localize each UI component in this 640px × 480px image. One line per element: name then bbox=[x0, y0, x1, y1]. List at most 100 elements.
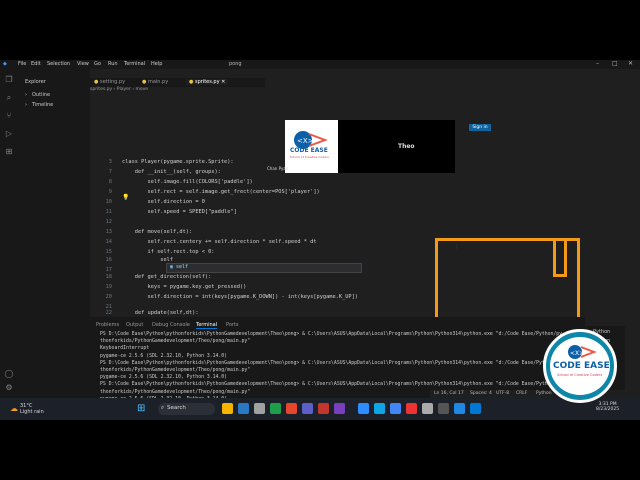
app-icon[interactable] bbox=[422, 403, 433, 414]
window-title: pong bbox=[229, 61, 242, 67]
line-number: 7 bbox=[108, 169, 112, 175]
chrome-icon[interactable] bbox=[390, 403, 401, 414]
gear-icon[interactable]: ⚙ bbox=[4, 383, 14, 393]
code-line[interactable]: self.image.fill(COLORS['paddle']) bbox=[122, 179, 253, 185]
line-number: 22 bbox=[105, 310, 112, 316]
app-icon[interactable] bbox=[406, 403, 417, 414]
code-line[interactable]: if self.rect.top < 0: bbox=[122, 249, 215, 255]
autocomplete-item[interactable]: self bbox=[176, 264, 188, 270]
code-line[interactable]: self.rect.centery += self.direction * se… bbox=[122, 239, 317, 245]
explorer-icon[interactable]: ❐ bbox=[4, 75, 14, 85]
code-line[interactable]: self.direction = 0 bbox=[122, 199, 205, 205]
menu-help[interactable]: Help bbox=[151, 61, 162, 67]
search-icon[interactable]: ⌕ bbox=[4, 93, 14, 103]
code-line[interactable]: keys = pygame.key.get_pressed() bbox=[122, 284, 247, 290]
code-line[interactable]: def get_direction(self): bbox=[122, 274, 212, 280]
tab-ports[interactable]: Ports bbox=[226, 322, 239, 328]
participant-name: Theo bbox=[398, 143, 415, 150]
code-line[interactable]: class Player(pygame.sprite.Sprite): bbox=[122, 159, 234, 165]
tab-setting[interactable]: ● setting.py bbox=[94, 79, 125, 85]
line-number: 11 bbox=[105, 209, 112, 215]
sidebar-header: Explorer bbox=[25, 79, 46, 85]
menu-edit[interactable]: Edit bbox=[31, 61, 41, 67]
app-icon[interactable] bbox=[438, 403, 449, 414]
title-bar: ◆ File Edit Selection View Go Run Termin… bbox=[0, 60, 640, 69]
line-number: 18 bbox=[105, 274, 112, 280]
python-file-icon: ● bbox=[189, 79, 194, 85]
store-icon[interactable] bbox=[238, 403, 249, 414]
tab-terminal[interactable]: Terminal bbox=[196, 322, 218, 329]
account-icon[interactable]: ◯ bbox=[4, 369, 14, 379]
menu-view[interactable]: View bbox=[77, 61, 89, 67]
menu-file[interactable]: File bbox=[18, 61, 26, 67]
date: 8/23/2025 bbox=[596, 407, 620, 412]
indentation[interactable]: Spaces: 4 bbox=[470, 391, 492, 396]
windows-start-icon[interactable]: ⊞ bbox=[137, 403, 148, 414]
extensions-icon[interactable]: ⊞ bbox=[4, 147, 14, 157]
line-number: 16 bbox=[105, 257, 112, 263]
zoom-icon[interactable] bbox=[358, 403, 369, 414]
encoding[interactable]: UTF-8 bbox=[496, 391, 509, 396]
badge-wordmark: CODE EASE bbox=[553, 361, 610, 371]
terminal-line: pygame-ce 2.5.6 (SDL 2.32.10, Python 3.1… bbox=[100, 375, 228, 381]
app-icon[interactable] bbox=[254, 403, 265, 414]
code-line[interactable]: def __init__(self, groups): bbox=[122, 169, 221, 175]
python-file-icon: ● bbox=[142, 79, 147, 85]
code-line[interactable]: self.rect = self.image.get_frect(center=… bbox=[122, 189, 320, 195]
run-debug-icon[interactable]: ▷ bbox=[4, 129, 14, 139]
close-icon[interactable]: ✕ bbox=[628, 60, 633, 67]
source-control-icon[interactable]: ⑂ bbox=[4, 111, 14, 121]
sidebar: Explorer › Outline › Timeline bbox=[18, 69, 90, 399]
logo-tagline: School of Creative Coders bbox=[290, 155, 329, 159]
vscode-icon[interactable] bbox=[470, 403, 481, 414]
badge-tagline: School of Creative Coders bbox=[557, 373, 603, 377]
terminal-line: thonforkids/PythonGamedevelopment/Theo/p… bbox=[100, 368, 251, 373]
breadcrumb[interactable]: sprites.py › Player › move bbox=[90, 87, 148, 92]
menu-run[interactable]: Run bbox=[108, 61, 118, 67]
line-number: 8 bbox=[108, 179, 112, 185]
search-placeholder: Search bbox=[167, 405, 186, 411]
logo-wordmark: CODE EASE bbox=[290, 147, 328, 154]
app-icon[interactable] bbox=[270, 403, 281, 414]
line-number: 19 bbox=[105, 284, 112, 290]
code-line[interactable]: def move(self,dt): bbox=[122, 229, 192, 235]
sign-in-button[interactable]: Sign in bbox=[469, 124, 491, 131]
menu-go[interactable]: Go bbox=[94, 61, 101, 67]
code-line[interactable]: self.direction = int(keys[pygame.K_DOWN]… bbox=[122, 294, 359, 300]
menu-terminal[interactable]: Terminal bbox=[124, 61, 145, 67]
editor-tabs: ● setting.py ● main.py ● sprites.py ✕ bbox=[90, 78, 265, 87]
sidebar-item-outline[interactable]: Outline bbox=[32, 92, 50, 98]
annotation-rectangle-small bbox=[553, 238, 567, 277]
line-ending[interactable]: CRLF bbox=[516, 391, 527, 396]
file-explorer-icon[interactable] bbox=[222, 403, 233, 414]
maximize-icon[interactable]: □ bbox=[612, 60, 618, 67]
line-number: 17 bbox=[105, 267, 112, 273]
app-icon[interactable] bbox=[334, 403, 345, 414]
lightbulb-icon[interactable]: 💡 bbox=[122, 194, 129, 201]
terminal-line: pygame-ce 2.5.6 (SDL 2.32.10, Python 3.1… bbox=[100, 353, 228, 359]
code-line[interactable]: self.speed = SPEED["paddle"] bbox=[122, 209, 237, 215]
app-icon[interactable] bbox=[454, 403, 465, 414]
tab-debug-console[interactable]: Debug Console bbox=[152, 322, 190, 328]
tab-sprites[interactable]: ● sprites.py ✕ bbox=[186, 79, 229, 85]
tab-problems[interactable]: Problems bbox=[96, 322, 119, 328]
meeting-tile-theo bbox=[338, 120, 455, 173]
teams-icon[interactable] bbox=[302, 403, 313, 414]
app-icon[interactable] bbox=[286, 403, 297, 414]
chevron-right-icon[interactable]: › bbox=[25, 92, 27, 98]
autocomplete-popup[interactable]: ▣ self bbox=[166, 263, 362, 273]
system-clock[interactable]: 3:31 PM 8/23/2025 bbox=[596, 402, 619, 412]
code-line[interactable]: def update(self,dt): bbox=[122, 310, 199, 316]
sidebar-item-timeline[interactable]: Timeline bbox=[32, 102, 53, 108]
weather-widget[interactable]: 31°C Light rain bbox=[20, 403, 44, 415]
minimize-icon[interactable]: – bbox=[596, 60, 599, 67]
edge-icon[interactable] bbox=[374, 403, 385, 414]
chevron-right-icon[interactable]: › bbox=[25, 102, 27, 108]
activity-bar: ❐ ⌕ ⑂ ▷ ⊞ ◯ ⚙ bbox=[0, 69, 18, 399]
app-icon[interactable] bbox=[318, 403, 329, 414]
tab-main[interactable]: ● main.py bbox=[142, 79, 168, 85]
svg-text:<X>: <X> bbox=[297, 137, 314, 145]
cursor-position[interactable]: Ln 16, Col 17 bbox=[434, 391, 464, 396]
tab-output[interactable]: Output bbox=[126, 322, 143, 328]
menu-selection[interactable]: Selection bbox=[47, 61, 70, 67]
